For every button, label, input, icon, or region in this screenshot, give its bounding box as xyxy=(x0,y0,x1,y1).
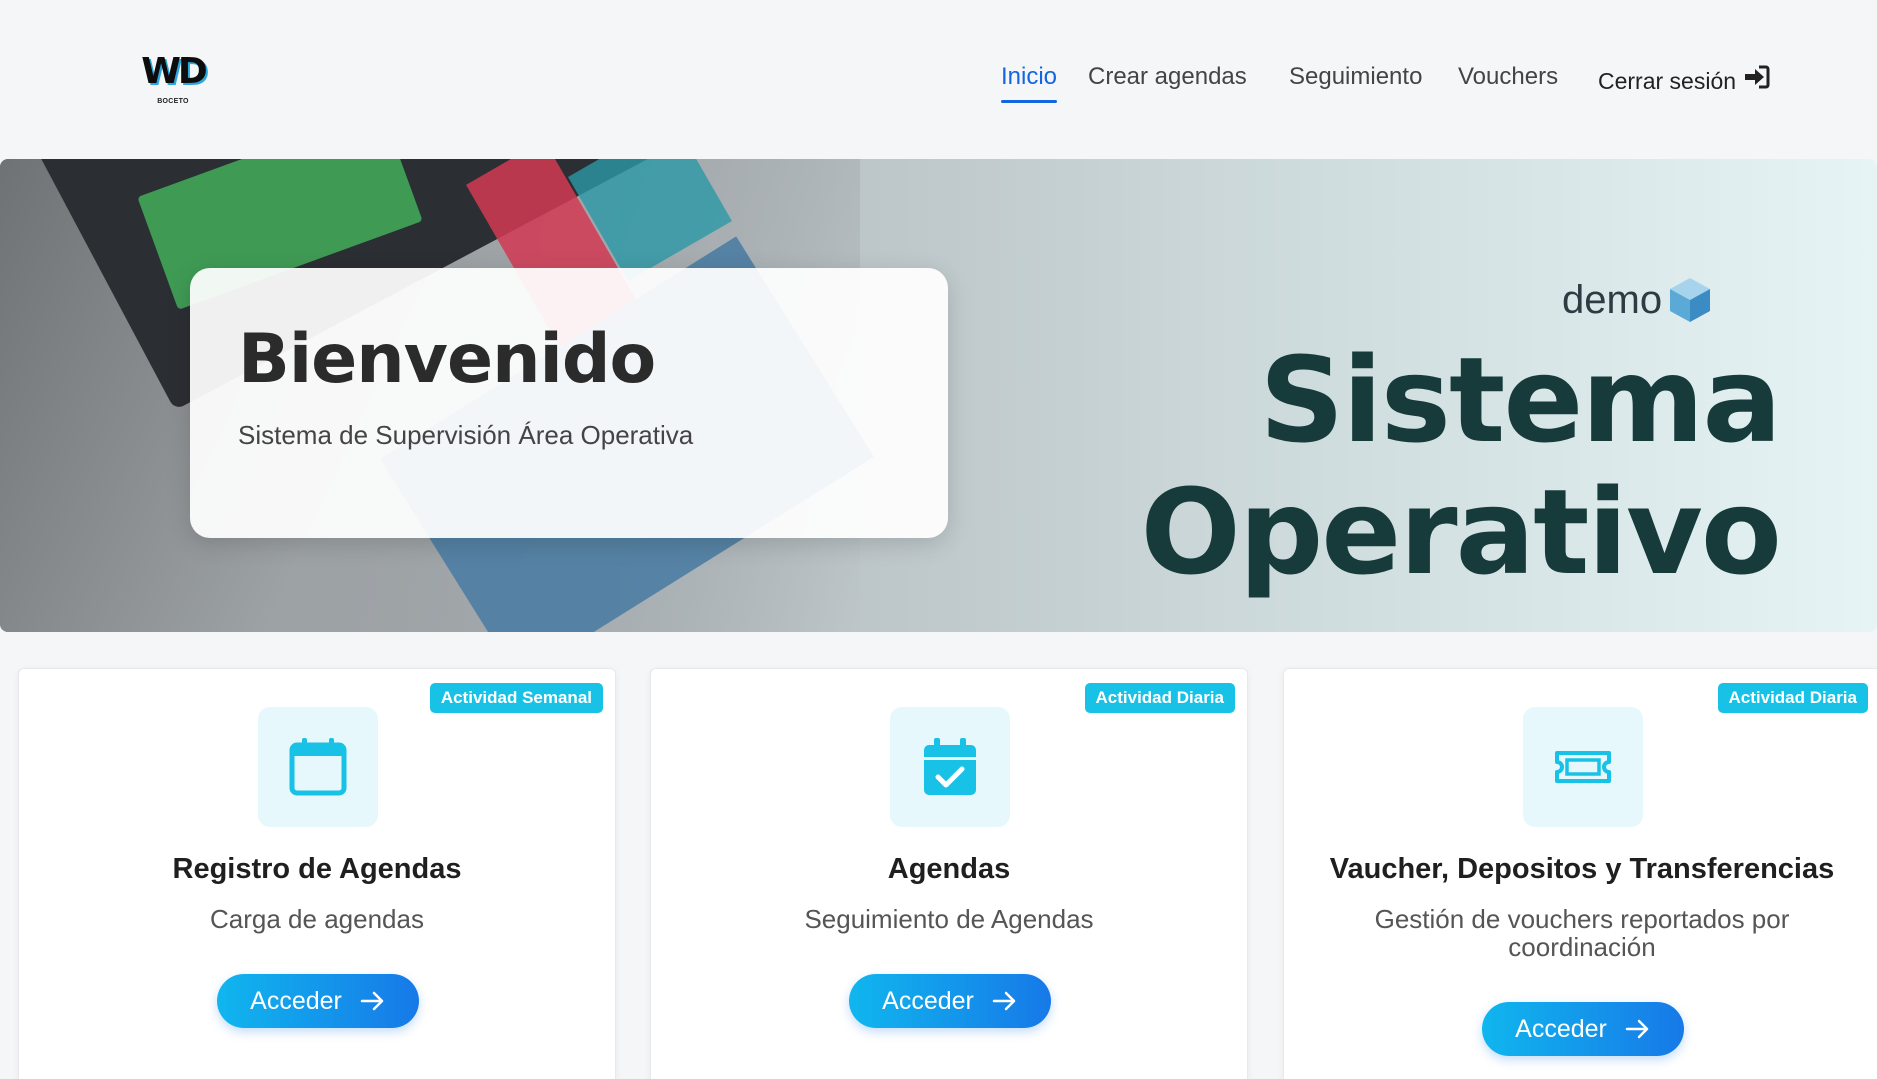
calendar-check-icon xyxy=(924,738,976,795)
card-vouchers: Actividad Diaria Vaucher, Depositos y Tr… xyxy=(1283,668,1877,1079)
card-icon-box xyxy=(1523,707,1643,827)
status-badge: Actividad Diaria xyxy=(1717,683,1868,713)
banner-title-line2: Operativo xyxy=(1140,463,1782,601)
demo-label: demo xyxy=(1562,278,1663,322)
card-icon-box xyxy=(890,707,1010,827)
calendar-icon xyxy=(289,738,347,796)
logout-button[interactable]: Cerrar sesión xyxy=(1598,64,1770,98)
ticket-icon xyxy=(1555,751,1611,783)
logout-label: Cerrar sesión xyxy=(1598,68,1737,94)
card-title: Registro de Agendas xyxy=(172,853,462,885)
button-label: Acceder xyxy=(250,986,342,1015)
arrow-right-icon xyxy=(360,991,384,1011)
banner-title-line1: Sistema xyxy=(1259,331,1782,469)
navbar: WD BOCETO Inicio Crear agendas Seguimien… xyxy=(0,0,1877,160)
welcome-title: Bienvenido xyxy=(238,320,656,399)
card-agendas: Actividad Diaria Agendas Seguimiento de … xyxy=(650,668,1248,1079)
status-badge: Actividad Diaria xyxy=(1084,683,1235,713)
hero-banner: Bienvenido Sistema de Supervisión Área O… xyxy=(0,159,1877,632)
arrow-right-icon xyxy=(992,991,1016,1011)
logo-subtitle: BOCETO xyxy=(157,98,189,105)
card-icon-box xyxy=(258,707,378,827)
cube-icon xyxy=(1670,278,1711,322)
nav-item-inicio[interactable]: Inicio xyxy=(1001,60,1058,103)
card-title: Vaucher, Depositos y Transferencias xyxy=(1329,853,1835,885)
card-title: Agendas xyxy=(887,853,1011,885)
button-label: Acceder xyxy=(1515,1014,1607,1043)
nav-item-crear-agendas[interactable]: Crear agendas xyxy=(1088,60,1247,94)
card-description: Gestión de vouchers reportados por coord… xyxy=(1374,904,1790,962)
acceder-button[interactable]: Acceder xyxy=(849,974,1051,1028)
arrow-right-icon xyxy=(1625,1019,1649,1039)
sign-in-icon xyxy=(1744,64,1770,98)
card-registro-agendas: Actividad Semanal Registro de Agendas Ca… xyxy=(18,668,616,1079)
acceder-button[interactable]: Acceder xyxy=(1482,1002,1684,1056)
acceder-button[interactable]: Acceder xyxy=(217,974,419,1028)
card-description: Seguimiento de Agendas xyxy=(804,904,1094,934)
logo-mark: WD xyxy=(141,51,208,92)
nav-item-seguimiento[interactable]: Seguimiento xyxy=(1289,60,1422,94)
welcome-card: Bienvenido Sistema de Supervisión Área O… xyxy=(190,268,948,538)
button-label: Acceder xyxy=(882,986,974,1015)
welcome-subtitle: Sistema de Supervisión Área Operativa xyxy=(238,420,694,450)
status-badge: Actividad Semanal xyxy=(429,683,603,713)
banner-title: Sistema Operativo xyxy=(1020,331,1782,601)
brand-logo[interactable]: WD BOCETO xyxy=(138,52,208,110)
card-description: Carga de agendas xyxy=(210,904,424,934)
demo-logo: demo xyxy=(1562,275,1712,325)
nav-item-vouchers[interactable]: Vouchers xyxy=(1458,60,1558,94)
